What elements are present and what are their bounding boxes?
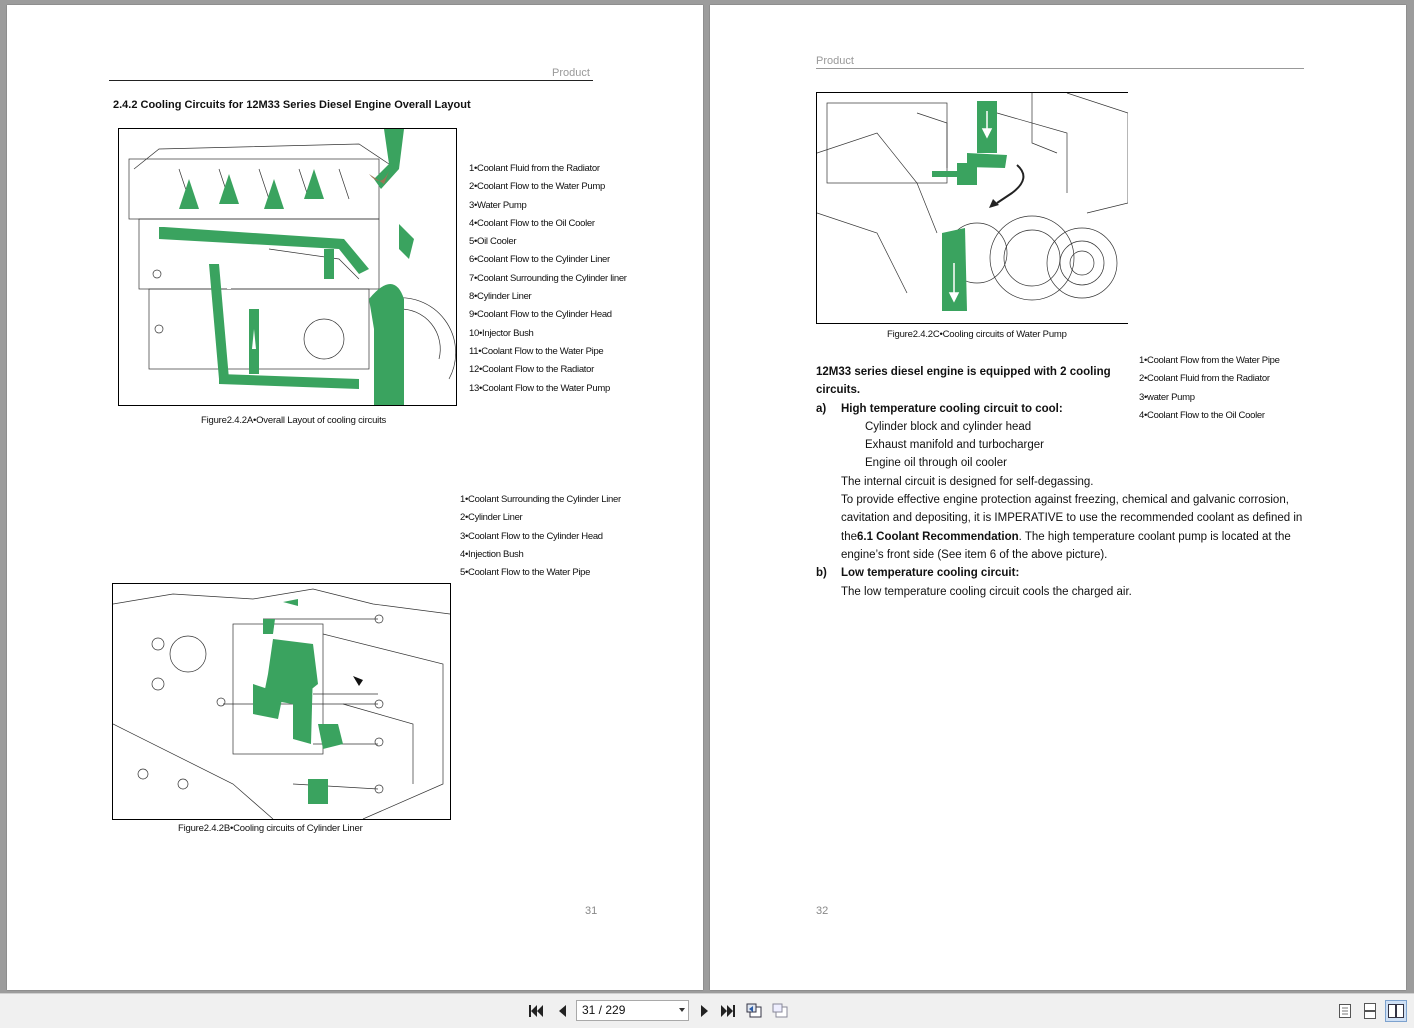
legend-item: 9•Coolant Flow to the Cylinder Head — [469, 309, 612, 321]
legend-item: 2•Cylinder Liner — [460, 512, 523, 524]
chevron-down-icon[interactable] — [679, 1008, 685, 1012]
engine-diagram-c — [817, 93, 1128, 311]
item-a-title: High temperature cooling circuit to cool… — [841, 402, 1063, 415]
figure-cylinder-liner — [112, 583, 451, 820]
figure-b-legend: 1•Coolant Surrounding the Cylinder Liner… — [460, 491, 621, 582]
paragraph-text: the — [841, 530, 857, 543]
paragraph-line: To provide effective engine protection a… — [841, 494, 1289, 507]
previous-page-button[interactable] — [553, 1002, 571, 1020]
legend-item: 10•Injector Bush — [469, 327, 534, 339]
legend-item: 3•Water Pump — [469, 199, 527, 211]
legend-item: 7•Coolant Surrounding the Cylinder liner — [469, 272, 627, 284]
paragraph: The low temperature cooling circuit cool… — [841, 585, 1132, 598]
single-page-view-button[interactable] — [1336, 1002, 1354, 1020]
page-header: Product — [816, 55, 854, 67]
section-title: 2.4.2 Cooling Circuits for 12M33 Series … — [113, 99, 471, 111]
viewer-toolbar: 31 / 229 — [0, 993, 1414, 1028]
page-indicator: 31 / 229 — [582, 1003, 626, 1017]
reference-link: 6.1 Coolant Recommendation — [857, 530, 1019, 543]
go-forward-view-button[interactable] — [772, 1002, 790, 1020]
first-page-icon — [529, 1005, 543, 1017]
legend-item: 1•Coolant Surrounding the Cylinder Liner — [460, 494, 621, 505]
figure-water-pump — [816, 92, 1128, 324]
legend-item: 6•Coolant Flow to the Cylinder Liner — [469, 254, 610, 266]
page-number: 31 — [585, 905, 598, 917]
figure-overall-layout — [118, 128, 457, 406]
bullet-text: Exhaust manifold and turbocharger — [865, 439, 1044, 452]
last-page-icon — [721, 1005, 735, 1017]
bullet-text: Cylinder block and cylinder head — [865, 420, 1032, 433]
continuous-page-icon — [1364, 1003, 1376, 1019]
go-back-view-button[interactable] — [746, 1002, 764, 1020]
figure-a-legend: 1•Coolant Fluid from the Radiator 2•Cool… — [469, 160, 627, 398]
page-number-input[interactable]: 31 / 229 — [576, 1000, 689, 1021]
next-page-icon — [701, 1005, 708, 1017]
header-rule — [816, 68, 1304, 69]
legend-item: 12•Coolant Flow to the Radiator — [469, 364, 594, 376]
paragraph-text: . The high temperature coolant pump is l… — [1018, 530, 1291, 543]
paragraph: The internal circuit is designed for sel… — [841, 475, 1094, 488]
legend-item: 11•Coolant Flow to the Water Pipe — [469, 345, 604, 357]
back-view-icon — [746, 1003, 762, 1018]
forward-view-icon — [772, 1003, 788, 1018]
last-page-button[interactable] — [719, 1002, 737, 1020]
legend-item: 5•Oil Cooler — [469, 236, 517, 248]
intro-line: 12M33 series diesel engine is equipped w… — [816, 366, 1111, 378]
list-marker: a) — [816, 402, 827, 415]
previous-page-icon — [559, 1005, 566, 1017]
figure-a-caption: Figure2.4.2A•Overall Layout of cooling c… — [201, 415, 387, 426]
first-page-button[interactable] — [527, 1002, 545, 1020]
legend-item: 3•Coolant Flow to the Cylinder Head — [460, 530, 603, 542]
page-number: 32 — [816, 905, 829, 917]
facing-pages-view-button[interactable] — [1385, 1000, 1407, 1022]
facing-pages-icon — [1388, 1004, 1404, 1018]
legend-item: 8•Cylinder Liner — [469, 291, 532, 303]
legend-item: 5•Coolant Flow to the Water Pipe — [460, 567, 591, 579]
legend-item: 4•Injection Bush — [460, 548, 524, 560]
engine-diagram-a — [128, 129, 456, 405]
figure-b-caption: Figure2.4.2B•Cooling circuits of Cylinde… — [178, 823, 363, 834]
item-b-title: Low temperature cooling circuit: — [841, 567, 1020, 580]
legend-item: 13•Coolant Flow to the Water Pump — [469, 382, 610, 394]
header-rule — [109, 80, 593, 81]
document-page-right: Product Figure2.4.2C•Cooling circuits of… — [710, 5, 1406, 990]
legend-item: 2•Coolant Flow to the Water Pump — [469, 181, 605, 193]
paragraph-line: engine’s front side (See item 6 of the a… — [841, 548, 1108, 561]
list-marker: b) — [816, 567, 827, 580]
body-text: 12M33 series diesel engine is equipped w… — [816, 363, 1306, 601]
intro-line: circuits. — [816, 384, 861, 397]
paragraph-line: cavitation and depositing, it is IMPERAT… — [841, 512, 1303, 525]
continuous-view-button[interactable] — [1361, 1002, 1379, 1020]
single-page-icon — [1339, 1004, 1351, 1018]
document-page-left: Product 2.4.2 Cooling Circuits for 12M33… — [7, 5, 703, 990]
legend-item: 4•Coolant Flow to the Oil Cooler — [469, 217, 595, 229]
figure-c-caption: Figure2.4.2C•Cooling circuits of Water P… — [887, 329, 1067, 340]
engine-diagram-b — [113, 588, 450, 819]
bullet-text: Engine oil through oil cooler — [865, 457, 1007, 470]
legend-item: 1•Coolant Fluid from the Radiator — [469, 163, 600, 174]
page-header: Product — [552, 67, 590, 79]
next-page-button[interactable] — [696, 1002, 714, 1020]
